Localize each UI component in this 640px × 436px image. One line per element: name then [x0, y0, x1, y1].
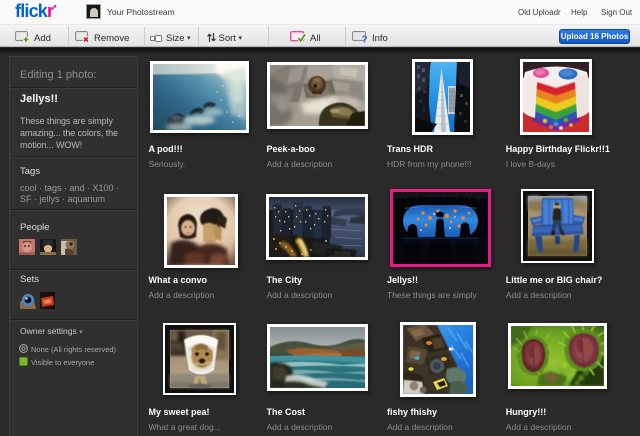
svg-text:?: ?: [362, 35, 368, 44]
